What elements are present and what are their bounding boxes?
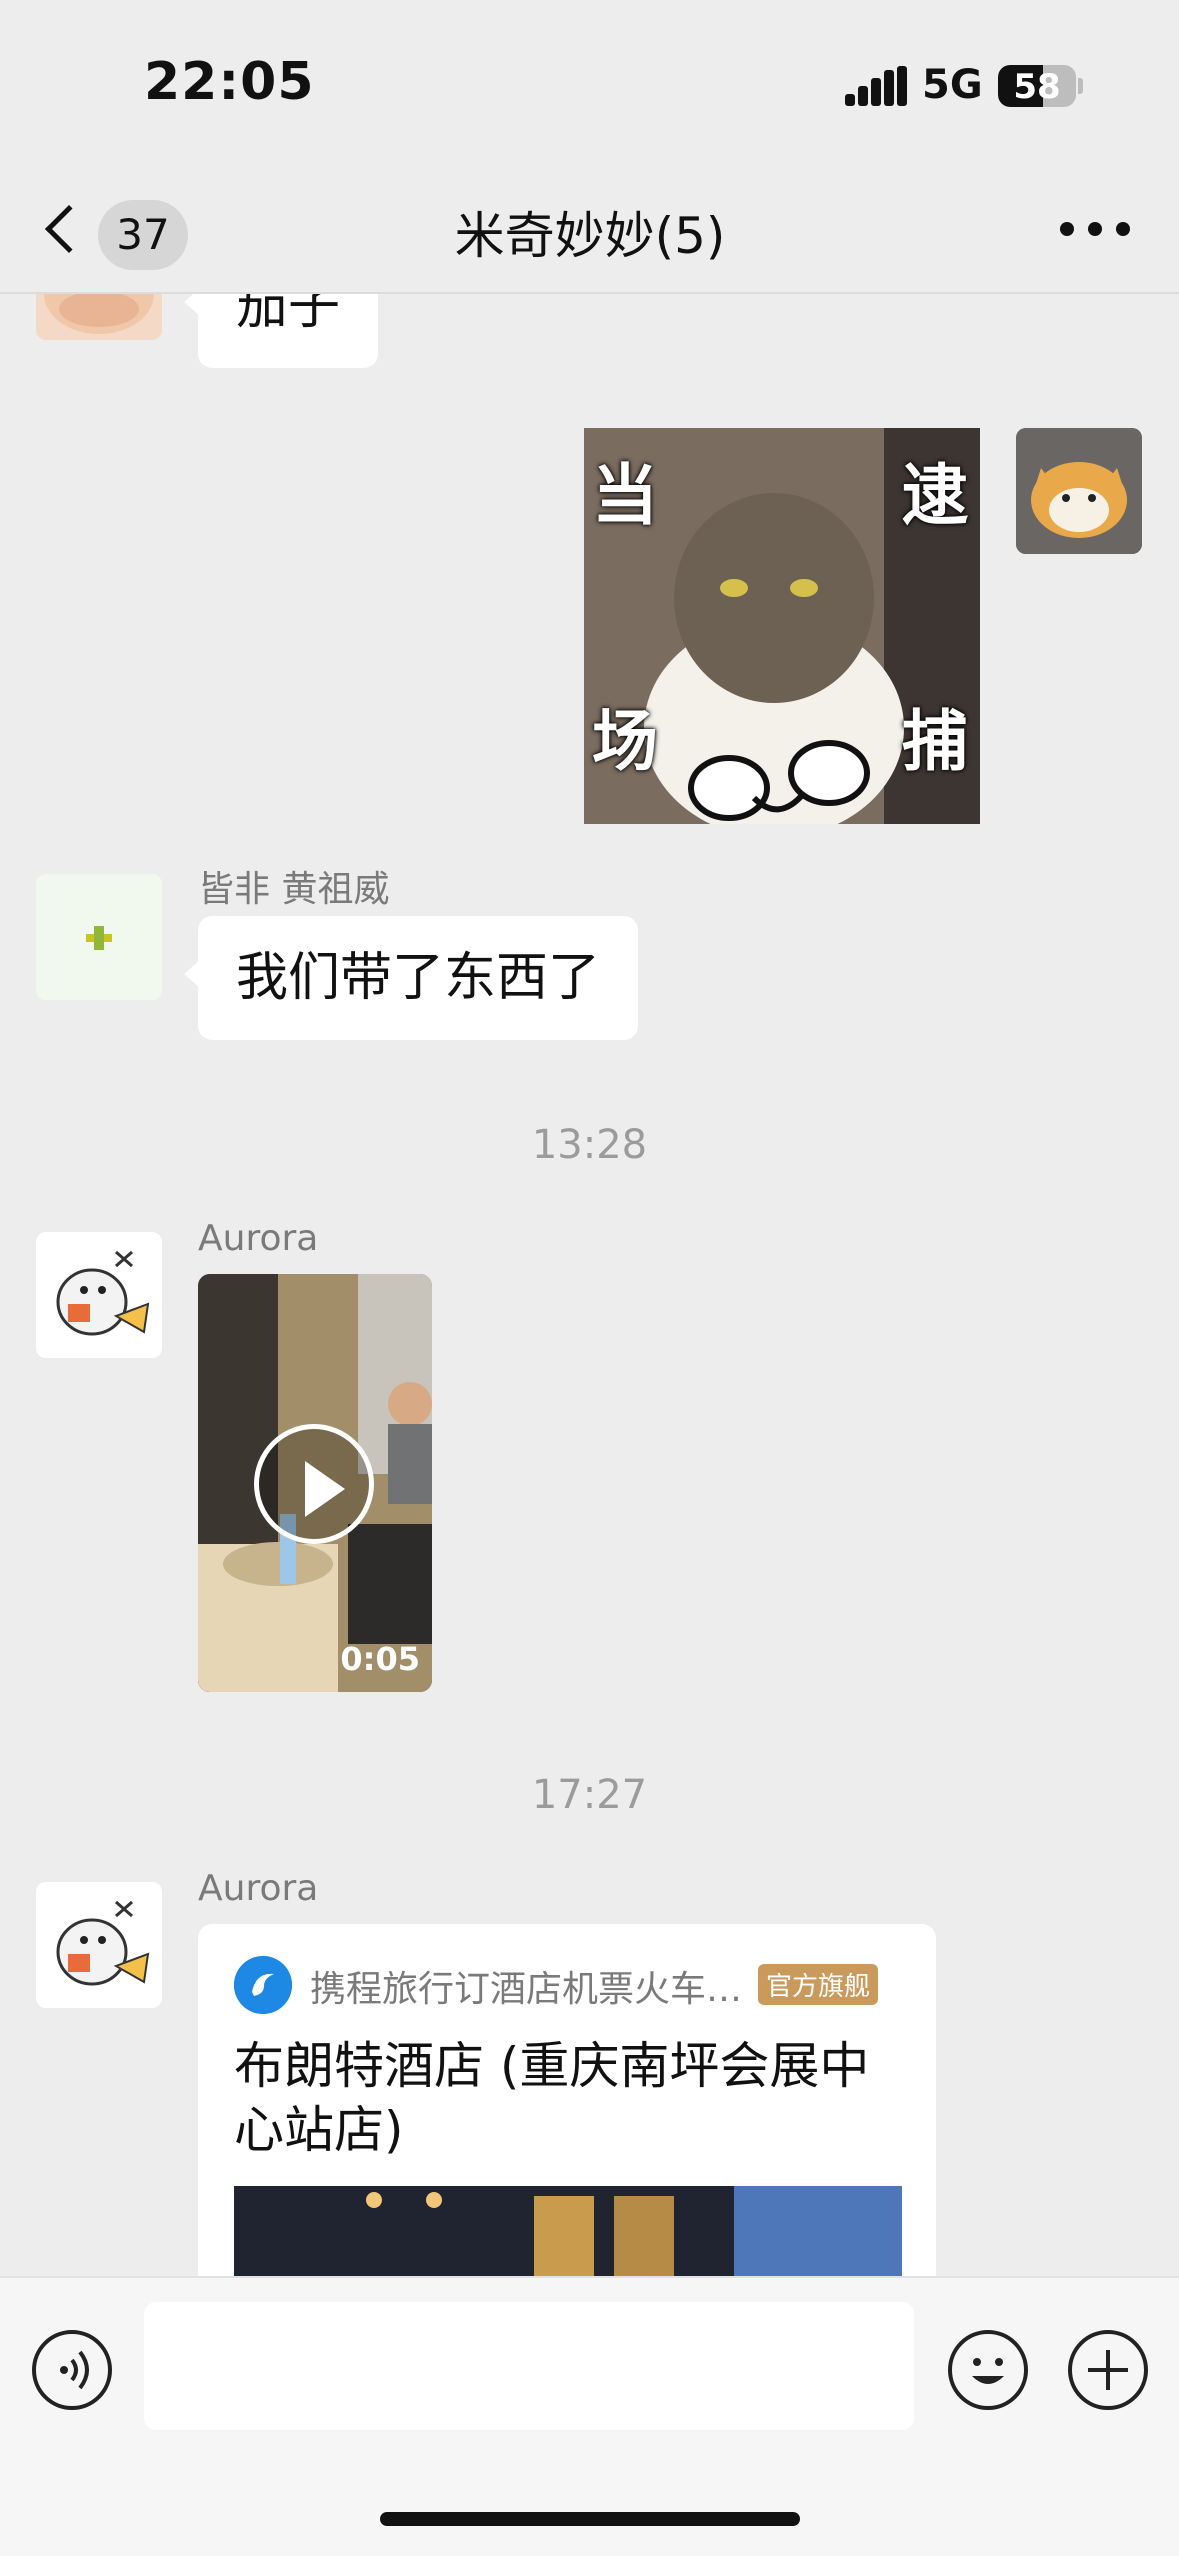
link-card[interactable]: 携程旅行订酒店机票火车… 官方旗舰 布朗特酒店 (重庆南坪会展中心站店) [198,1924,936,2276]
signal-strength-icon [845,66,907,106]
sender-name: 皆非 黄祖威 [198,869,390,910]
play-icon[interactable] [254,1424,374,1544]
link-title: 布朗特酒店 (重庆南坪会展中心站店) [234,2037,870,2159]
network-label: 5G [922,62,983,108]
more-icon[interactable] [1060,222,1130,242]
battery-tip [1078,78,1083,94]
battery-level: 58 [1013,67,1061,107]
sender-name: Aurora [198,1218,319,1259]
hotel-image [234,2186,902,2276]
voice-icon[interactable] [32,2330,112,2410]
sticker-image[interactable]: 当 逮 场 捕 [584,428,980,824]
ctrip-logo-icon [234,1956,292,2014]
sticker-text: 场 [592,703,658,780]
avatar[interactable] [36,874,162,1000]
sticker-text: 逮 [902,457,968,534]
timestamp: 13:28 [531,1122,648,1168]
message-bubble[interactable]: 我们带了东西了 [183,916,639,1040]
back-button[interactable]: 37 [40,200,190,270]
timestamp: 17:27 [531,1772,648,1818]
avatar[interactable] [36,1882,162,2008]
chat-messages[interactable]: 茄子 当 逮 场 捕 皆非 黄祖威 我们带了东西了 13:28 Aurora 0… [0,294,1179,2276]
back-icon [44,204,94,254]
my-avatar[interactable] [1016,428,1142,554]
unread-count-badge: 37 [98,200,188,270]
sticker-text: 捕 [902,703,968,780]
battery-icon: 58 [998,65,1076,107]
link-source: 携程旅行订酒店机票火车… [310,1969,743,2010]
sender-name: Aurora [198,1868,319,1909]
plus-icon[interactable] [1068,2330,1148,2410]
avatar[interactable] [36,294,162,340]
avatar[interactable] [36,1232,162,1358]
emoji-icon[interactable] [948,2330,1028,2410]
play-triangle [305,1461,345,1517]
sticker-text: 当 [592,457,658,534]
official-badge: 官方旗舰 [758,1964,879,2005]
chat-header: 37 米奇妙妙(5) [0,170,1179,294]
video-duration: 0:05 [340,1640,420,1678]
chat-title: 米奇妙妙(5) [454,207,726,265]
video-message[interactable]: 0:05 [198,1274,432,1692]
home-indicator [380,2512,800,2526]
status-time: 22:05 [144,52,315,112]
message-bubble[interactable]: 茄子 [183,294,379,368]
message-input[interactable] [144,2302,914,2430]
